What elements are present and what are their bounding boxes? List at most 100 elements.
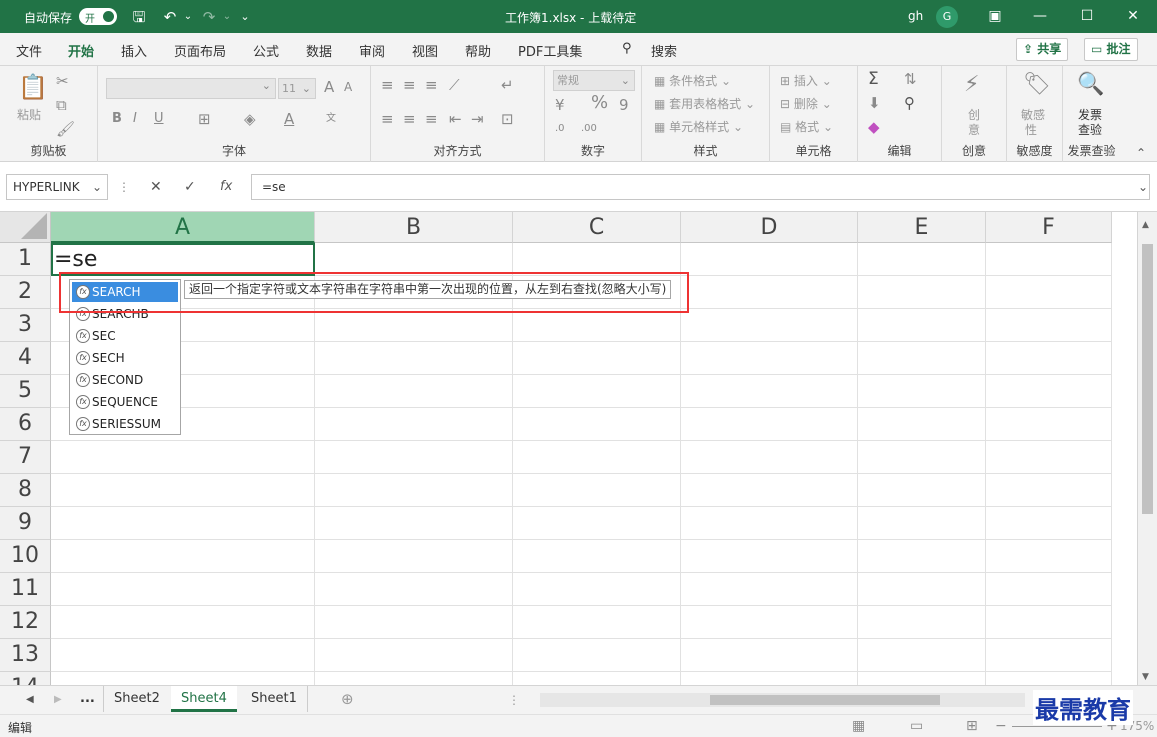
search-label[interactable]: 搜索 [651,41,677,60]
row-header[interactable]: 7 [0,441,51,474]
bold-icon[interactable]: B [112,110,122,128]
find-select-icon[interactable]: ⚲ [904,94,915,112]
border-icon[interactable]: ⊞ [198,110,211,128]
number-format-combo[interactable]: 常规 [553,70,635,91]
row-header[interactable]: 10 [0,540,51,573]
orientation-icon[interactable]: ⟋ [449,76,460,94]
tab-view[interactable]: 视图 [412,41,438,60]
font-color-icon[interactable]: A [284,110,294,128]
close-icon[interactable]: ✕ [1119,4,1147,28]
tabs-splitter-icon[interactable]: ⋮ [508,691,520,709]
scroll-thumb[interactable] [1142,244,1153,514]
decrease-decimal-icon[interactable]: .00 [581,120,597,138]
underline-icon[interactable]: U [154,110,164,128]
undo-dropdown-icon[interactable]: ⌄ [178,7,198,27]
paste-icon[interactable]: 📋 [18,74,48,100]
grow-font-icon[interactable]: A [324,78,334,96]
autocomplete-item[interactable]: fx SERIESSUM [72,414,178,434]
italic-icon[interactable]: I [133,110,137,128]
currency-icon[interactable]: ¥ [555,96,565,114]
format-as-table-button[interactable]: ▦ 套用表格格式 ⌄ [654,95,755,112]
page-layout-view-icon[interactable]: ▭ [910,717,923,735]
row-header[interactable]: 11 [0,573,51,606]
tab-page-layout[interactable]: 页面布局 [174,41,226,60]
sort-filter-icon[interactable]: ⇅ [904,70,917,88]
row-header[interactable]: 14 [0,672,51,685]
autocomplete-item[interactable]: fx SECH [72,348,178,368]
redo-dropdown-icon[interactable]: ⌄ [217,7,237,27]
column-header[interactable]: A [51,212,315,243]
customize-toolbar-icon[interactable]: ⌄ [235,7,255,27]
cancel-icon[interactable]: ✕ [150,178,162,196]
collapse-ribbon-icon[interactable]: ⌃ [1136,144,1146,162]
row-header[interactable]: 8 [0,474,51,507]
copy-icon[interactable]: ⧉ [56,96,67,114]
vertical-scrollbar[interactable]: ▲ ▼ [1137,212,1157,685]
row-header[interactable]: 2 [0,276,51,309]
zoom-out-icon[interactable]: − [995,717,1007,735]
tab-review[interactable]: 审阅 [359,41,385,60]
sheet-tab[interactable]: Sheet1 [241,686,308,712]
scroll-tabs-left-icon[interactable]: ◀ [26,691,34,709]
clear-icon[interactable]: ◆ [868,118,880,136]
share-button[interactable]: ⇪ 共享 [1016,38,1069,61]
row-header[interactable]: 5 [0,375,51,408]
row-header[interactable]: 9 [0,507,51,540]
decrease-indent-icon[interactable]: ⇤ [449,110,462,128]
cut-icon[interactable]: ✂ [56,72,69,90]
search-icon[interactable]: ⚲ [622,41,632,56]
add-sheet-icon[interactable]: ⊕ [341,690,354,708]
format-cells-button[interactable]: ▤ 格式 ⌄ [780,118,833,135]
column-header[interactable]: C [513,212,681,243]
undo-icon[interactable]: ↶ [160,7,180,27]
row-header[interactable]: 4 [0,342,51,375]
cell-styles-button[interactable]: ▦ 单元格样式 ⌄ [654,118,743,135]
align-top-icon[interactable]: ≡ [381,76,394,94]
sensitivity-label-2[interactable]: 性 [1025,121,1037,138]
scroll-down-icon[interactable]: ▼ [1142,668,1149,685]
align-right-icon[interactable]: ≡ [425,110,438,128]
increase-decimal-icon[interactable]: .0 [555,120,565,138]
insert-cells-button[interactable]: ⊞ 插入 ⌄ [780,72,832,89]
page-break-view-icon[interactable]: ⊞ [966,717,978,735]
column-header[interactable]: F [986,212,1112,243]
creativity-label-2[interactable]: 意 [968,121,980,138]
increase-indent-icon[interactable]: ⇥ [471,110,484,128]
select-all-button[interactable] [0,212,51,243]
font-name-combo[interactable] [106,78,276,99]
merge-center-icon[interactable]: ⊡ [501,110,514,128]
wrap-text-icon[interactable]: ↵ [501,76,514,94]
expand-formula-bar-icon[interactable]: ⌄ [1138,178,1148,196]
shrink-font-icon[interactable]: A [344,78,352,96]
tab-formulas[interactable]: 公式 [253,41,279,60]
sheet-tab[interactable]: Sheet2 [103,686,170,712]
tab-home[interactable]: 开始 [68,41,95,69]
row-header[interactable]: 3 [0,309,51,342]
save-icon[interactable]: 🖫 [129,7,149,27]
column-header[interactable]: E [858,212,986,243]
align-middle-icon[interactable]: ≡ [403,76,416,94]
invoice-label-2[interactable]: 查验 [1078,121,1102,138]
normal-view-icon[interactable]: ▦ [852,717,865,735]
row-header[interactable]: 12 [0,606,51,639]
autocomplete-item[interactable]: fx SEC [72,326,178,346]
fill-color-icon[interactable]: ◈ [244,110,256,128]
scroll-up-icon[interactable]: ▲ [1142,216,1149,234]
enter-icon[interactable]: ✓ [184,178,196,196]
sensitivity-icon[interactable]: 🏷 [1023,72,1051,98]
autocomplete-item[interactable]: fx SEQUENCE [72,392,178,412]
scroll-tabs-right-icon[interactable]: ▶ [54,691,62,709]
phonetic-icon[interactable]: 文 [326,110,336,128]
conditional-format-button[interactable]: ▦ 条件格式 ⌄ [654,72,731,89]
maximize-icon[interactable]: ☐ [1073,4,1101,28]
minimize-icon[interactable]: — [1026,4,1054,28]
autocomplete-item[interactable]: fx SECOND [72,370,178,390]
row-header[interactable]: 13 [0,639,51,672]
autosave-toggle[interactable]: 开 [79,8,117,25]
column-header[interactable]: B [315,212,513,243]
align-left-icon[interactable]: ≡ [381,110,394,128]
horizontal-scroll-thumb[interactable] [710,695,940,705]
tab-pdf-tools[interactable]: PDF工具集 [518,41,582,60]
tab-insert[interactable]: 插入 [121,41,147,60]
formula-input[interactable]: =se [251,174,1150,200]
